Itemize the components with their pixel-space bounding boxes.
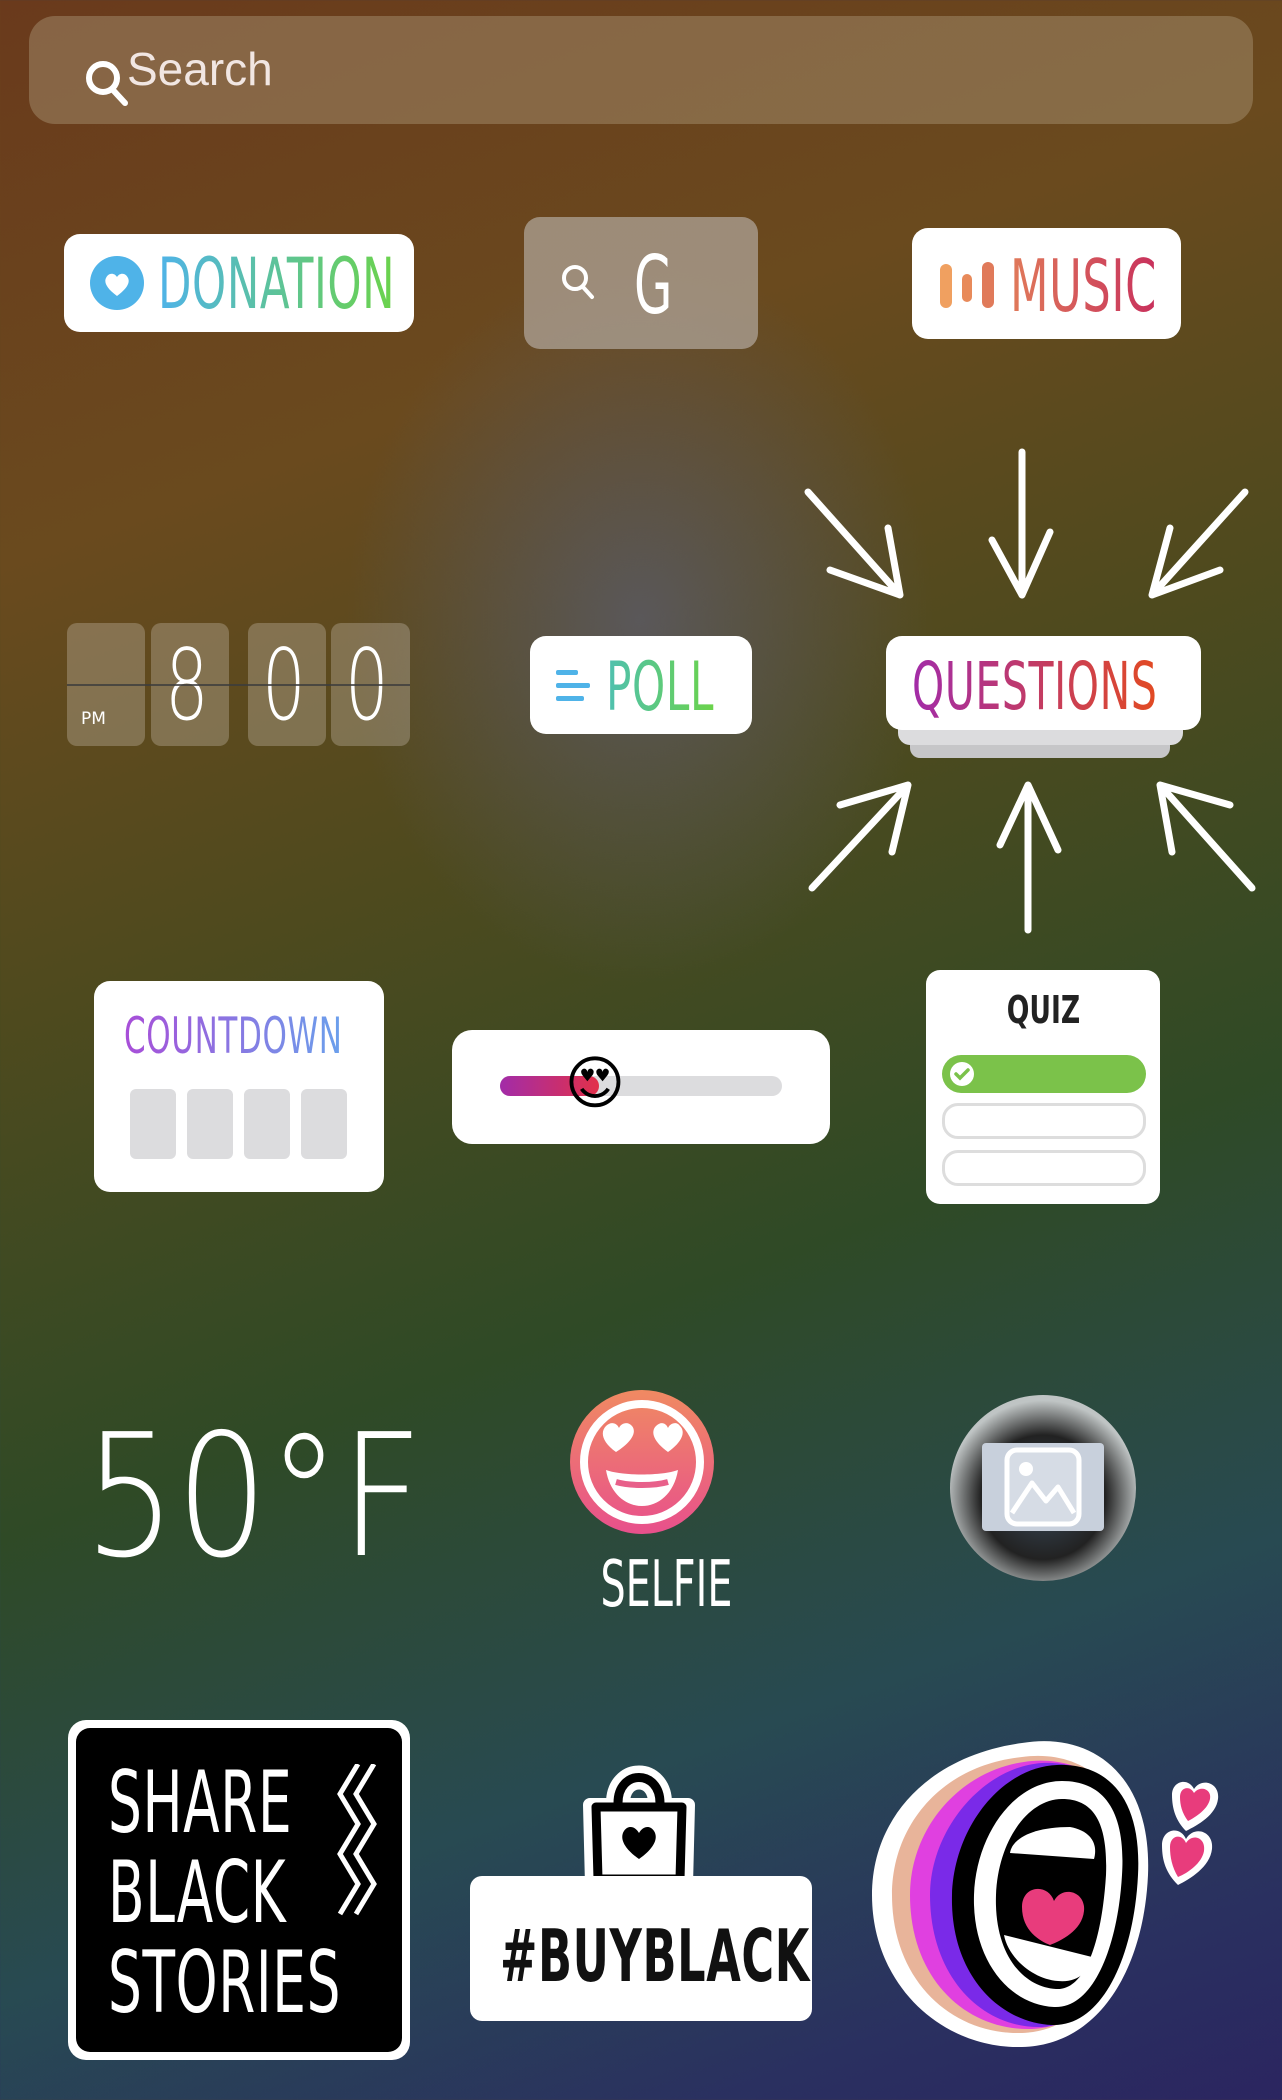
quiz-correct-option[interactable] [942, 1055, 1146, 1093]
countdown-sticker[interactable]: COUNTDOWN [94, 981, 384, 1192]
countdown-slot [301, 1089, 347, 1159]
heart-circle-icon [90, 256, 144, 310]
sticker-search-bar[interactable]: Search [29, 16, 1253, 124]
countdown-label: COUNTDOWN [124, 1007, 343, 1065]
music-sticker[interactable]: MUSIC [912, 228, 1181, 339]
hour-digit: 8 [165, 629, 209, 743]
gif-label: G [634, 239, 674, 332]
heart-eyes-face-icon [570, 1390, 714, 1534]
audio-bars-icon [940, 262, 994, 308]
black-label: BLACK [108, 1843, 287, 1943]
poll-sticker[interactable]: POLL [530, 636, 752, 734]
buy-black-sticker[interactable]: #BUYBLACK [470, 1755, 812, 2021]
share-black-stories-sticker[interactable]: SHARE BLACK STORIES [68, 1720, 410, 2060]
shouting-mouth-icon [872, 1741, 1219, 2048]
lines-icon [556, 670, 590, 701]
share-label: SHARE [108, 1753, 293, 1853]
flip-divider [67, 684, 410, 686]
selfie-sticker[interactable]: SELFIE [560, 1390, 732, 1630]
shopping-bag-heart-icon [583, 1765, 695, 1892]
quiz-option[interactable] [942, 1103, 1146, 1139]
buy-black-label: #BUYBLACK [500, 1914, 810, 1998]
selfie-label: SELFIE [600, 1548, 733, 1622]
emoji-slider-sticker[interactable]: 😍 [452, 1030, 830, 1144]
time-sticker[interactable]: PM 8 0 0 [67, 623, 410, 746]
check-icon [950, 1062, 974, 1086]
quiz-label: QUIZ [1006, 988, 1080, 1032]
minute-ones-digit: 0 [345, 629, 389, 743]
music-label: MUSIC [1010, 244, 1157, 328]
donation-label: DONATION [158, 243, 396, 325]
countdown-slot [187, 1089, 233, 1159]
donation-sticker[interactable]: DONATION [64, 234, 414, 332]
slider-emoji-thumb[interactable]: 😍 [565, 1048, 625, 1118]
poll-label: POLL [606, 648, 715, 727]
search-placeholder: Search [127, 43, 273, 95]
photo-sticker[interactable] [950, 1395, 1136, 1581]
stories-label: STORIES [108, 1933, 342, 2033]
gif-sticker[interactable]: G [524, 217, 758, 349]
quiz-option[interactable] [942, 1150, 1146, 1186]
quiz-sticker[interactable]: QUIZ [926, 970, 1160, 1204]
questions-label: QUESTIONS [912, 648, 1158, 725]
countdown-slot [130, 1089, 176, 1159]
search-icon [562, 265, 594, 299]
countdown-slot [244, 1089, 290, 1159]
meridiem-label: PM [81, 709, 106, 729]
weather-sticker[interactable]: 50°F [84, 1398, 483, 1596]
search-icon [86, 61, 128, 106]
questions-sticker[interactable]: QUESTIONS [886, 636, 1201, 730]
zigzag-icon [337, 1764, 377, 1916]
minute-tens-digit: 0 [262, 629, 306, 743]
image-icon [1004, 1447, 1082, 1527]
temperature-label: 50°F [84, 1398, 424, 1596]
